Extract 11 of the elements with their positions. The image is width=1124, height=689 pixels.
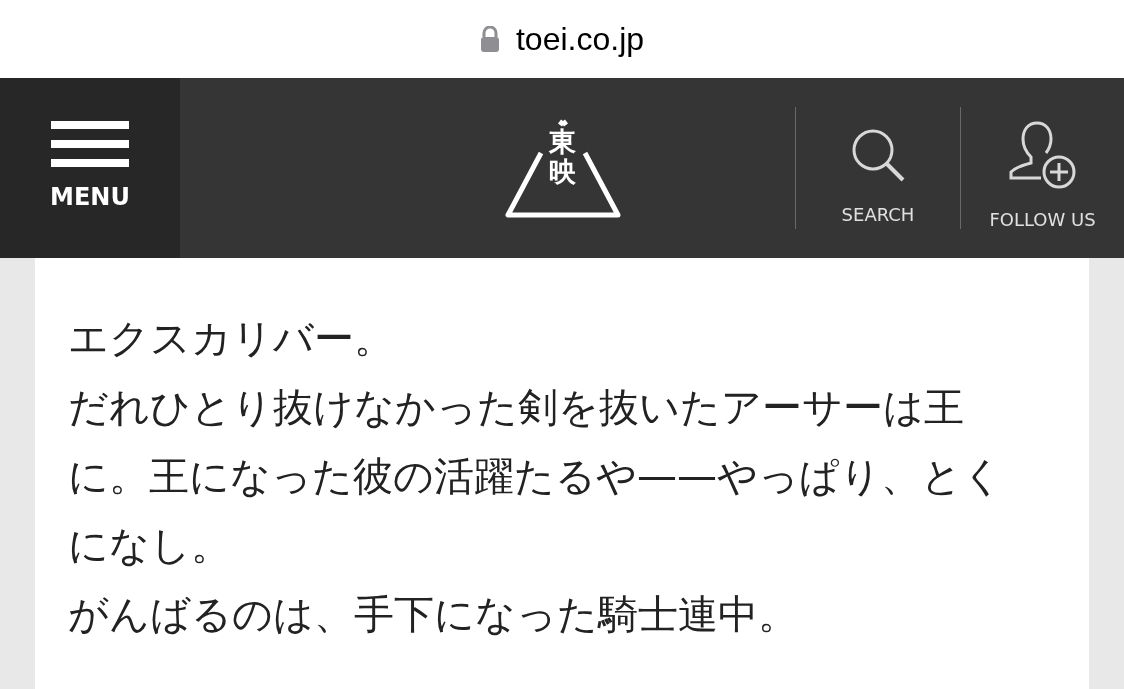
follow-button[interactable]: FOLLOW US (961, 78, 1124, 258)
search-button[interactable]: SEARCH (796, 78, 960, 258)
menu-button[interactable]: MENU (0, 78, 180, 258)
article-paragraph: がんばるのは、手下になった騎士連中。 (68, 590, 799, 639)
article-paragraph: だれひとり抜けなかった剣を抜いたアーサーは王に。王になった彼の活躍たるや——やっぱり、とくになし。 (68, 383, 1004, 570)
menu-icon (51, 121, 129, 167)
url-text[interactable]: toei.co.jp (515, 15, 645, 63)
lock-icon (479, 26, 500, 52)
article-paragraph: エクスカリバー。 (68, 314, 395, 363)
logo[interactable]: 東映 (504, 117, 621, 219)
logo-text: 東映 (549, 127, 576, 187)
